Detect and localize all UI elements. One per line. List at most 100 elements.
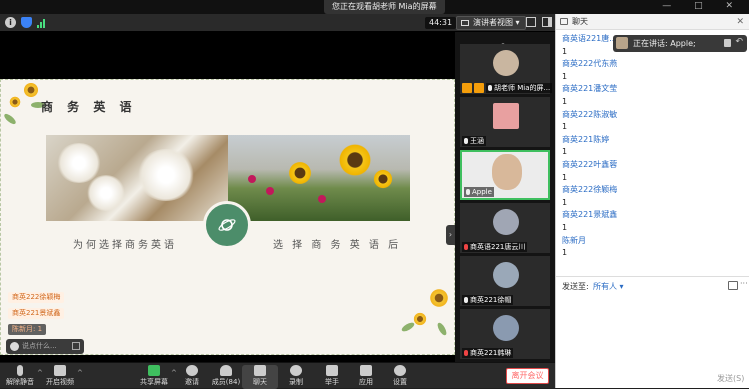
info-icon[interactable]: i	[5, 17, 16, 28]
send-to-label: 发送至:	[562, 282, 589, 291]
video-tile[interactable]: 胡老师 Mia的屏...	[460, 44, 553, 94]
invite-button[interactable]: 邀请	[174, 365, 210, 389]
chevron-up-icon[interactable]: ^	[77, 369, 83, 377]
avatar	[493, 103, 519, 129]
chat-icon	[254, 365, 266, 376]
mic-muted-icon	[464, 350, 468, 356]
chat-sender-name[interactable]: 商英222徐颖梅	[562, 184, 744, 197]
chat-message-text: 1	[562, 147, 568, 157]
chat-message-text: 1	[562, 248, 568, 258]
settings-button[interactable]: 设置	[382, 365, 418, 389]
grid-icon	[461, 20, 469, 26]
avatar	[616, 37, 628, 49]
video-tile-active-speaker[interactable]: Apple	[460, 150, 550, 200]
chat-message-list: 商英语221唐... 1 商英222代东燕 1 商英221潘文莹 1 商英222陈淑敏 1 商英…	[562, 33, 744, 260]
planet-icon	[218, 219, 236, 231]
participant-name: 商英语221唐云川	[462, 242, 528, 252]
chat-message-text: 1	[562, 172, 568, 182]
participant-name: 王涵	[462, 136, 486, 146]
decor-leaf	[400, 320, 416, 334]
decor-flower	[23, 82, 39, 98]
chevron-down-icon: ▾	[515, 18, 520, 27]
share-screen-button[interactable]: 共享屏幕	[136, 365, 172, 389]
expand-icon[interactable]	[72, 342, 80, 350]
mini-chat-input[interactable]: 说点什么...	[6, 339, 84, 354]
danmaku-message: 商英222徐颖梅	[8, 292, 65, 303]
record-icon	[290, 365, 302, 376]
send-to-select[interactable]: 所有人 ▾	[593, 281, 624, 292]
mic-icon	[464, 138, 468, 144]
chat-sender-name[interactable]: 商英221潘文莹	[562, 83, 744, 96]
chat-sender-name[interactable]: 陈新月	[562, 235, 744, 248]
babybreath	[86, 175, 126, 211]
window-controls[interactable]: — □ ✕	[662, 1, 743, 11]
chat-sender-name[interactable]: 商英221景斌鑫	[562, 209, 744, 222]
apps-icon	[360, 365, 372, 376]
babybreath	[136, 149, 196, 201]
chat-sender-name[interactable]: 商英222叶鑫蓉	[562, 159, 744, 172]
record-button[interactable]: 录制	[278, 365, 314, 389]
mic-icon	[724, 39, 731, 47]
shared-screen: 商 务 英 语 为何选择商务英语 选 择 商 务 英 语 后 商英222徐颖梅 …	[0, 32, 455, 362]
chat-panel: 聊天 ✕ 商英语221唐... 1 商英222代东燕 1 商英221潘文莹 1 商英222陈…	[555, 14, 749, 388]
signal-icon[interactable]	[37, 18, 47, 28]
danmaku-message: 陈新月: 1	[8, 324, 47, 335]
slide-title: 商 务 英 语	[41, 100, 137, 114]
decor-leaf	[2, 112, 18, 126]
chat-footer: 发送至: 所有人 ▾ ··· 发送(S)	[556, 276, 749, 388]
invite-icon	[186, 365, 198, 376]
participant-name: 商英221徐帽	[462, 295, 514, 305]
sunflower	[373, 169, 393, 189]
collapse-gallery-button[interactable]: ›	[446, 225, 455, 245]
members-button[interactable]: 成员(84)	[208, 365, 244, 389]
back-arrow-icon[interactable]: ↶	[735, 37, 743, 47]
view-mode-button[interactable]: 演讲者视图 ▾	[456, 16, 526, 30]
video-tile[interactable]: 商英221徐帽	[460, 256, 550, 306]
unmute-button[interactable]: 解除静音	[2, 365, 38, 389]
chat-icon	[560, 18, 568, 25]
chat-sender-name[interactable]: 商英222代东燕	[562, 58, 744, 71]
fullscreen-icon[interactable]	[526, 17, 536, 27]
photo-sunflowers	[228, 135, 410, 221]
file-icon[interactable]	[728, 281, 738, 290]
sunflower	[338, 143, 372, 177]
chat-message-text: 1	[562, 222, 568, 232]
share-indicator-icon	[474, 83, 484, 93]
chat-message-input[interactable]	[562, 295, 744, 375]
mini-chat-placeholder: 说点什么...	[22, 342, 57, 350]
send-button[interactable]: 发送(S)	[717, 373, 744, 384]
host-icon	[462, 83, 472, 93]
chat-message-text: 1	[562, 96, 568, 106]
speaking-indicator: 正在讲话: Apple; ↶	[613, 35, 747, 52]
apps-button[interactable]: 应用	[348, 365, 384, 389]
shield-icon[interactable]	[21, 17, 32, 28]
chat-message-text: 1	[562, 71, 568, 81]
video-tile[interactable]: 王涵	[460, 97, 550, 147]
video-tile[interactable]: 商英语221唐云川	[460, 203, 550, 253]
sidebar-toggle-icon[interactable]	[542, 17, 552, 27]
close-icon[interactable]: ✕	[736, 14, 744, 30]
decor-leaf	[435, 321, 449, 337]
danmaku-message: 商英221景斌鑫	[8, 308, 65, 319]
decor-flower	[413, 312, 427, 326]
members-icon	[220, 365, 232, 376]
emoji-icon[interactable]	[10, 342, 19, 351]
video-tile[interactable]: 商英221韩琳	[460, 309, 550, 359]
chat-message-text: 1	[562, 197, 568, 207]
decor-flower	[429, 288, 449, 308]
avatar	[493, 209, 519, 235]
video-button[interactable]: 开启视频	[42, 365, 78, 389]
chat-sender-name[interactable]: 商英222陈淑敏	[562, 109, 744, 122]
more-icon[interactable]: ···	[740, 279, 748, 288]
leave-meeting-button[interactable]: 离开会议	[506, 368, 549, 384]
chat-sender-name[interactable]: 商英221陈婷	[562, 134, 744, 147]
chat-button[interactable]: 聊天	[242, 365, 278, 389]
avatar	[493, 262, 519, 288]
rose	[248, 175, 256, 183]
meeting-timer: 44:31	[425, 17, 457, 29]
raise-hand-button[interactable]: 举手	[314, 365, 350, 389]
rose	[318, 195, 326, 203]
hand-icon	[326, 365, 338, 376]
share-screen-icon	[148, 365, 160, 376]
chat-title: 聊天	[572, 17, 588, 26]
